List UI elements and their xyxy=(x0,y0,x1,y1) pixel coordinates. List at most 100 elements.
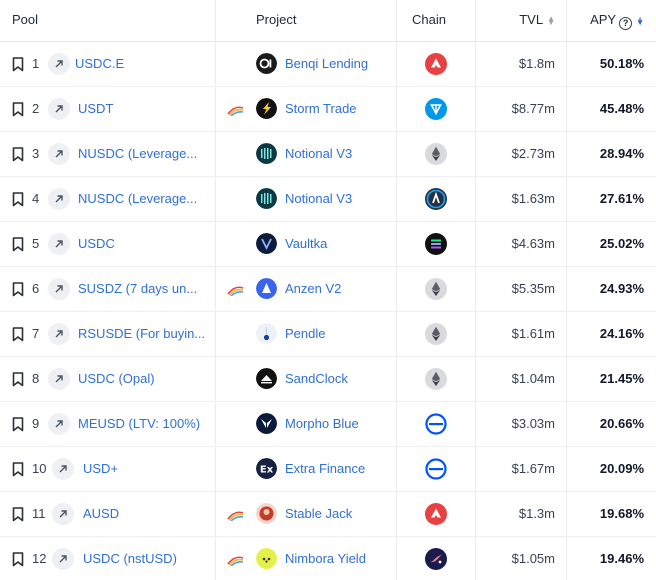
ton-icon xyxy=(425,98,447,120)
header-project: Project xyxy=(256,12,297,27)
bookmark-icon[interactable] xyxy=(12,102,24,117)
table-row[interactable]: 10 USD+ Ex Extra Finance $1.67m 20.09% xyxy=(0,447,656,492)
project-link[interactable]: Benqi Lending xyxy=(285,56,368,71)
project-link[interactable]: Vaultka xyxy=(285,236,327,251)
project-link[interactable]: Nimbora Yield xyxy=(285,551,366,566)
header-tvl[interactable]: TVL ▲ ▼ xyxy=(519,12,555,27)
nimbora-logo xyxy=(256,548,277,569)
external-link-icon[interactable] xyxy=(48,53,70,75)
project-link[interactable]: Extra Finance xyxy=(285,461,365,476)
project-link[interactable]: Stable Jack xyxy=(285,506,352,521)
pool-link[interactable]: MEUSD (LTV: 100%) xyxy=(78,416,200,431)
external-link-icon[interactable] xyxy=(48,413,70,435)
project-link[interactable]: Morpho Blue xyxy=(285,416,359,431)
rainbow-rewards-icon xyxy=(227,508,244,522)
bookmark-icon[interactable] xyxy=(12,282,24,297)
solana-icon xyxy=(425,233,447,255)
header-apy-label: APY xyxy=(590,12,617,27)
table-row[interactable]: 3 NUSDC (Leverage... Notional V3 $2.73m 28.9… xyxy=(0,132,656,177)
external-link-icon[interactable] xyxy=(52,548,74,570)
pool-link[interactable]: USDC (Opal) xyxy=(78,371,155,386)
tvl-value: $1.61m xyxy=(511,326,555,341)
apy-value: 45.48% xyxy=(599,101,644,116)
apy-value: 21.45% xyxy=(599,371,644,386)
bookmark-icon[interactable] xyxy=(12,417,24,432)
tvl-value: $4.63m xyxy=(511,236,555,251)
tvl-value: $5.35m xyxy=(511,281,555,296)
apy-value: 24.16% xyxy=(599,326,644,341)
tvl-value: $1.67m xyxy=(511,461,555,476)
project-link[interactable]: Notional V3 xyxy=(285,191,352,206)
table-row[interactable]: 1 USDC.E Benqi Lending $1.8m 50.18% xyxy=(0,42,656,87)
sandclock-logo xyxy=(256,368,277,389)
rank-number: 5 xyxy=(32,236,40,251)
pool-link[interactable]: SUSDZ (7 days un... xyxy=(78,281,197,296)
header-tvl-label: TVL xyxy=(519,12,544,27)
avalanche-icon xyxy=(425,503,447,525)
pool-link[interactable]: USDC.E xyxy=(75,56,124,71)
external-link-icon[interactable] xyxy=(48,368,70,390)
table-row[interactable]: 5 USDC Vaultka $4.63m 25.02% xyxy=(0,222,656,267)
table-row[interactable]: 7 RSUSDE (For buyin... Pendle $1.61m 24.16% xyxy=(0,312,656,357)
external-link-icon[interactable] xyxy=(52,503,74,525)
apy-value: 20.66% xyxy=(599,416,644,431)
project-link[interactable]: Anzen V2 xyxy=(285,281,341,296)
base-icon xyxy=(425,458,447,480)
project-link[interactable]: SandClock xyxy=(285,371,348,386)
external-link-icon[interactable] xyxy=(52,458,74,480)
tvl-value: $1.04m xyxy=(511,371,555,386)
external-link-icon[interactable] xyxy=(48,98,70,120)
apy-value: 19.68% xyxy=(599,506,644,521)
table-row[interactable]: 2 USDT Storm Trade $8.77m 45.48% xyxy=(0,87,656,132)
rank-number: 10 xyxy=(32,461,47,476)
pool-link[interactable]: USDC (nstUSD) xyxy=(83,551,177,566)
external-link-icon[interactable] xyxy=(48,323,70,345)
apy-value: 20.09% xyxy=(599,461,644,476)
project-link[interactable]: Pendle xyxy=(285,326,325,341)
bookmark-icon[interactable] xyxy=(12,327,24,342)
bookmark-icon[interactable] xyxy=(12,507,24,522)
pool-link[interactable]: USDC xyxy=(78,236,115,251)
pool-link[interactable]: AUSD xyxy=(83,506,119,521)
avalanche-icon xyxy=(425,53,447,75)
table-row[interactable]: 6 SUSDZ (7 days un... Anzen V2 $5.35m 24.93% xyxy=(0,267,656,312)
table-row[interactable]: 11 AUSD Stable Jack $1.3m 19.68% xyxy=(0,492,656,537)
external-link-icon[interactable] xyxy=(48,188,70,210)
help-icon[interactable]: ? xyxy=(619,17,633,30)
bookmark-icon[interactable] xyxy=(12,237,24,252)
pool-link[interactable]: USD+ xyxy=(83,461,118,476)
header-apy[interactable]: APY? ▲ ▼ xyxy=(590,12,644,30)
table-row[interactable]: 8 USDC (Opal) SandClock $1.04m 21.45% xyxy=(0,357,656,402)
rank-number: 11 xyxy=(32,506,46,521)
table-row[interactable]: 4 NUSDC (Leverage... Notional V3 $1.63m 27.6… xyxy=(0,177,656,222)
tvl-value: $1.3m xyxy=(518,506,555,521)
bookmark-icon[interactable] xyxy=(12,147,24,162)
bookmark-icon[interactable] xyxy=(12,57,24,72)
pool-link[interactable]: NUSDC (Leverage... xyxy=(78,191,197,206)
notional-logo xyxy=(256,188,277,209)
rank-number: 6 xyxy=(32,281,40,296)
table-row[interactable]: 12 USDC (nstUSD) Nimbora Yield $1.05m 19.46% xyxy=(0,537,656,580)
ethereum-icon xyxy=(425,368,447,390)
external-link-icon[interactable] xyxy=(48,233,70,255)
pool-link[interactable]: NUSDC (Leverage... xyxy=(78,146,197,161)
pool-link[interactable]: RSUSDE (For buyin... xyxy=(78,326,205,341)
ethereum-icon xyxy=(425,323,447,345)
pool-link[interactable]: USDT xyxy=(78,101,113,116)
bookmark-icon[interactable] xyxy=(12,552,24,567)
bookmark-icon[interactable] xyxy=(12,462,24,477)
sort-desc-icon[interactable]: ▲ ▼ xyxy=(636,14,644,26)
project-link[interactable]: Notional V3 xyxy=(285,146,352,161)
svg-text:Ex: Ex xyxy=(260,465,274,476)
apy-value: 24.93% xyxy=(599,281,644,296)
table-row[interactable]: 9 MEUSD (LTV: 100%) Morpho Blue $3.03m 20.66… xyxy=(0,402,656,447)
external-link-icon[interactable] xyxy=(48,278,70,300)
table-header: Pool Project Chain TVL ▲ ▼ APY? ▲ ▼ xyxy=(0,0,656,42)
base-icon xyxy=(425,413,447,435)
project-link[interactable]: Storm Trade xyxy=(285,101,357,116)
sort-icon[interactable]: ▲ ▼ xyxy=(547,14,555,26)
bookmark-icon[interactable] xyxy=(12,192,24,207)
bookmark-icon[interactable] xyxy=(12,372,24,387)
external-link-icon[interactable] xyxy=(48,143,70,165)
stable-jack-logo xyxy=(256,503,277,524)
